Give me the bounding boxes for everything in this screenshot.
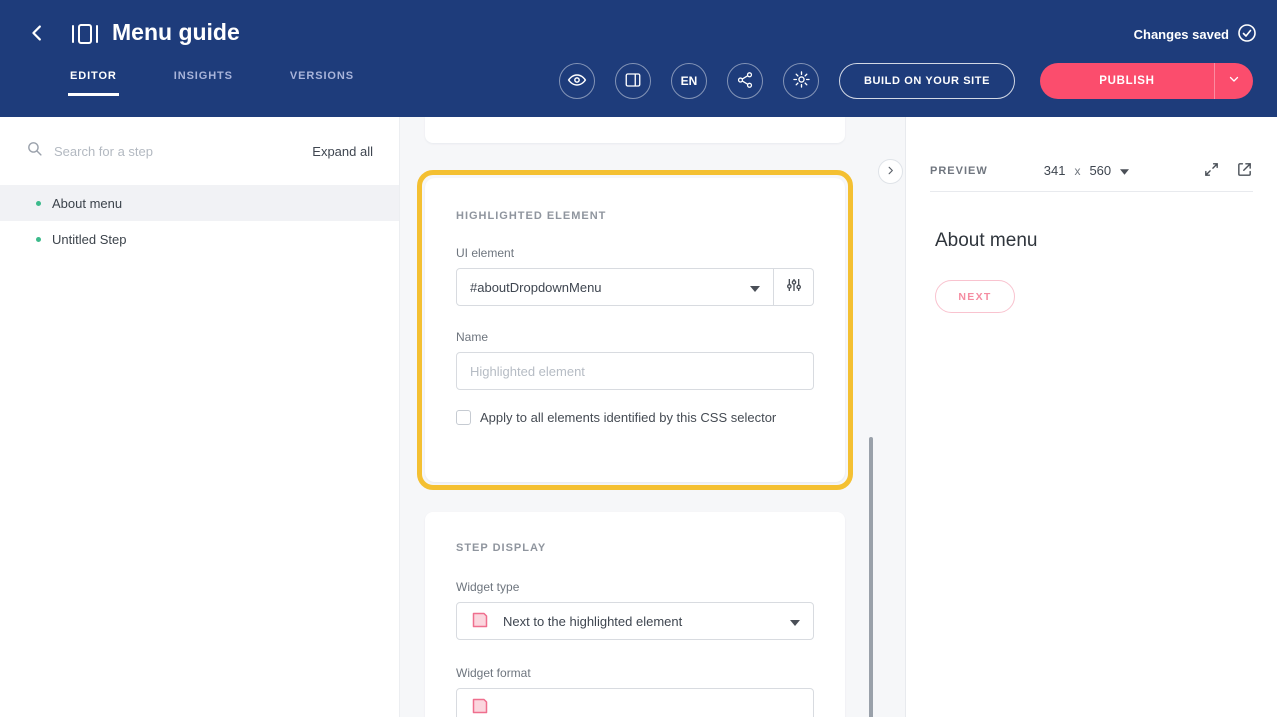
- size-separator: x: [1074, 164, 1080, 178]
- expand-icon: [1203, 161, 1220, 181]
- preview-size-select[interactable]: 341 x 560: [1044, 163, 1129, 178]
- preview-header: PREVIEW 341 x 560: [930, 150, 1253, 192]
- previous-card-partial: [425, 117, 845, 143]
- chevron-down-icon: [1228, 72, 1240, 90]
- card-heading: HIGHLIGHTED ELEMENT: [456, 210, 814, 222]
- gear-icon: [792, 70, 811, 92]
- preview-panel: PREVIEW 341 x 560: [905, 117, 1277, 717]
- apply-all-checkbox-label: Apply to all elements identified by this…: [480, 410, 776, 425]
- search-icon: [26, 140, 43, 162]
- widget-type-select[interactable]: Next to the highlighted element: [456, 602, 814, 640]
- highlighted-element-card-outline: HIGHLIGHTED ELEMENT UI element #aboutDro…: [417, 170, 853, 490]
- open-in-new-window-button[interactable]: [1236, 161, 1253, 181]
- tab-editor[interactable]: EDITOR: [70, 70, 117, 96]
- steps-sidebar: Expand all About menu Untitled Step: [0, 117, 400, 717]
- step-status-dot: [36, 237, 41, 242]
- ui-element-label: UI element: [456, 246, 814, 260]
- external-link-icon: [1236, 161, 1253, 181]
- highlighted-element-card: HIGHLIGHTED ELEMENT UI element #aboutDro…: [425, 178, 845, 482]
- back-button[interactable]: [24, 20, 52, 48]
- ui-element-select-row: #aboutDropdownMenu: [456, 268, 814, 306]
- chevron-right-icon: [885, 164, 896, 179]
- build-on-your-site-button[interactable]: BUILD ON YOUR SITE: [839, 63, 1015, 99]
- preview-header-icons: [1203, 161, 1253, 181]
- topbar-icon-buttons: EN: [559, 63, 819, 99]
- publish-button[interactable]: PUBLISH: [1040, 63, 1215, 99]
- share-button[interactable]: [727, 63, 763, 99]
- publish-button-group: PUBLISH: [1040, 63, 1253, 99]
- expand-preview-button[interactable]: [1203, 161, 1220, 181]
- expand-all-link[interactable]: Expand all: [312, 144, 373, 159]
- publish-dropdown-button[interactable]: [1215, 63, 1253, 99]
- topbar-tabs: EDITOR INSIGHTS VERSIONS: [70, 70, 354, 96]
- preview-step-title: About menu: [935, 230, 1277, 252]
- settings-button[interactable]: [783, 63, 819, 99]
- editor-scrollbar[interactable]: [869, 437, 873, 717]
- apply-all-checkbox[interactable]: [456, 410, 471, 425]
- widget-type-label: Widget type: [456, 580, 814, 594]
- sliders-icon: [786, 277, 802, 298]
- step-search-row: Expand all: [0, 117, 399, 185]
- search-input[interactable]: [54, 144, 301, 159]
- share-icon: [736, 71, 754, 92]
- widget-format-icon: [470, 696, 490, 717]
- layout-button[interactable]: [615, 63, 651, 99]
- step-label: About menu: [52, 196, 122, 211]
- app-logo-icon: [70, 21, 100, 52]
- element-picker-settings-button[interactable]: [774, 268, 814, 306]
- step-display-card: STEP DISPLAY Widget type Next to the hig…: [425, 512, 845, 717]
- ui-element-select[interactable]: #aboutDropdownMenu: [456, 268, 774, 306]
- step-label: Untitled Step: [52, 232, 126, 247]
- language-button[interactable]: EN: [671, 63, 707, 99]
- widget-format-label: Widget format: [456, 666, 814, 680]
- chevron-down-icon: [1120, 163, 1129, 178]
- page-title: Menu guide: [112, 19, 240, 46]
- editor-main-area: HIGHLIGHTED ELEMENT UI element #aboutDro…: [400, 117, 905, 717]
- sidebar-item-untitled-step[interactable]: Untitled Step: [0, 221, 399, 257]
- eye-icon: [567, 70, 587, 93]
- preview-label: PREVIEW: [930, 165, 988, 177]
- check-circle-icon: [1237, 23, 1257, 46]
- preview-next-button[interactable]: NEXT: [935, 280, 1015, 313]
- chevron-down-icon: [790, 614, 800, 629]
- highlighted-element-name-input[interactable]: [456, 352, 814, 390]
- step-status-dot: [36, 201, 41, 206]
- layout-icon: [624, 71, 642, 92]
- name-label: Name: [456, 330, 814, 344]
- apply-all-checkbox-row: Apply to all elements identified by this…: [456, 410, 814, 425]
- topbar: Menu guide Changes saved EDITOR INSIGHTS…: [0, 0, 1277, 117]
- widget-type-value: Next to the highlighted element: [503, 614, 682, 629]
- preview-height-value: 560: [1089, 163, 1111, 178]
- ui-element-value: #aboutDropdownMenu: [470, 280, 602, 295]
- tab-versions[interactable]: VERSIONS: [290, 70, 354, 96]
- preview-width-value: 341: [1044, 163, 1066, 178]
- sidebar-item-about-menu[interactable]: About menu: [0, 185, 399, 221]
- widget-format-select[interactable]: [456, 688, 814, 717]
- collapse-preview-button[interactable]: [878, 159, 903, 184]
- card-heading: STEP DISPLAY: [456, 542, 814, 554]
- app-window: Menu guide Changes saved EDITOR INSIGHTS…: [0, 0, 1277, 717]
- back-chevron-icon: [27, 22, 49, 47]
- preview-eye-button[interactable]: [559, 63, 595, 99]
- tab-insights[interactable]: INSIGHTS: [174, 70, 233, 96]
- widget-type-icon: [470, 610, 490, 633]
- chevron-down-icon: [750, 280, 760, 295]
- changes-saved-status: Changes saved: [1134, 23, 1257, 46]
